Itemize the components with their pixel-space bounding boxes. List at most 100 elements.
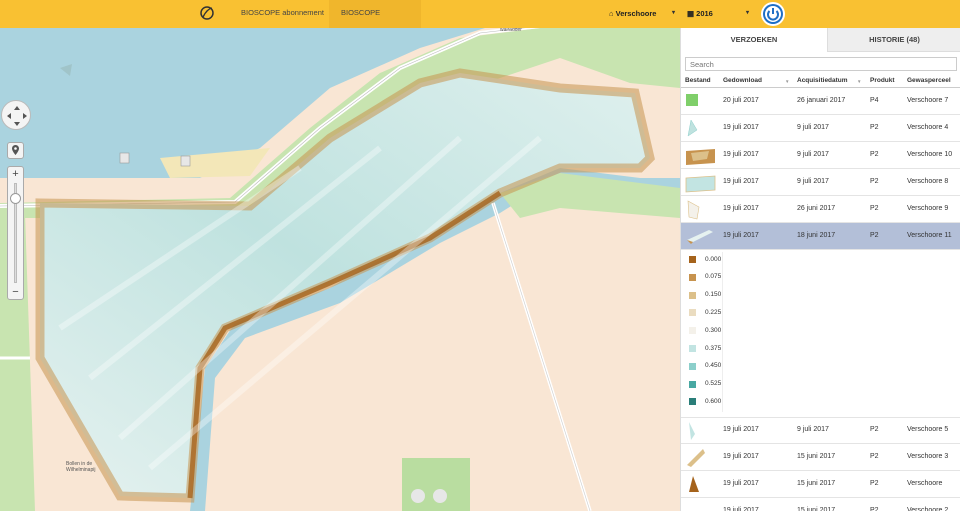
zoom-out-button[interactable]: − [8,286,23,298]
green-plot [402,458,470,511]
cell-produkt: P2 [870,480,879,487]
legend-swatch [689,362,696,370]
pan-control[interactable] [1,100,31,130]
cell-gedownload: 19 juli 2017 [723,453,759,460]
cell-produkt: P2 [870,151,879,158]
table-row[interactable]: 19 juli 2017 18 juni 2017 P2 Verschoore … [681,223,960,250]
farm-icon: ⌂ [609,9,616,18]
cell-produkt: P2 [870,453,879,460]
cell-acquisitiedatum: 9 juli 2017 [797,178,829,185]
cell-gewasperceel: Verschoore 3 [907,453,949,460]
cell-gewasperceel: Verschoore 2 [907,507,949,511]
cell-acquisitiedatum: 18 juni 2017 [797,232,836,239]
cell-gewasperceel: Verschoore 7 [907,97,949,104]
table-row[interactable]: 19 juli 2017 9 juli 2017 P2 Verschoore 5 [681,417,960,444]
col-bestand[interactable]: Bestand [685,77,711,84]
legend-swatch [689,291,696,299]
table-row[interactable]: 19 juli 2017 15 juni 2017 P2 Verschoore [681,471,960,498]
nav-bioscope-producten[interactable]: BIOSCOPE producten [329,0,421,43]
logout-button[interactable] [761,2,785,26]
power-icon [763,4,783,24]
zoom-slider-handle[interactable] [10,193,21,204]
col-gewasperceel[interactable]: Gewasperceel [907,77,951,84]
table-row[interactable]: 19 juli 2017 9 juli 2017 P2 Verschoore 4 [681,115,960,142]
field-thumbnail-icon[interactable] [685,199,717,220]
zoom-in-button[interactable]: + [8,168,23,180]
locate-button[interactable] [7,142,24,159]
chevron-down-icon: ▾ [746,10,750,16]
table-row[interactable]: 19 juli 2017 9 juli 2017 P2 Verschoore 8 [681,169,960,196]
legend-swatch [689,309,696,317]
col-produkt[interactable]: Produkt [870,77,895,84]
legend-value: 0.000 [705,255,722,263]
field-thumbnail-icon[interactable] [685,118,717,139]
legend-value: 0.600 [705,397,722,405]
cell-acquisitiedatum: 9 juli 2017 [797,124,829,131]
search-input[interactable] [685,57,957,71]
table-header: Bestand Gedownload ▼ Acquisitiedatum ▼ P… [681,75,960,88]
tab-verzoeken[interactable]: VERZOEKEN [681,28,827,52]
cell-acquisitiedatum: 26 juni 2017 [797,205,836,212]
legend-value: 0.300 [705,326,722,334]
legend-value: 0.075 [705,273,722,281]
map-label-bollen: Bollen in de Wilhelminapij [66,461,96,473]
sort-icon[interactable]: ▼ [857,79,861,84]
cell-gewasperceel: Verschoore 4 [907,124,949,131]
map-view[interactable]: walradder Bollen in de Wilhelminapij + − [0,28,680,511]
year-select-value: 2016 [696,9,713,18]
table-row[interactable]: 19 juli 2017 15 juni 2017 P2 Verschoore … [681,444,960,471]
farm-select[interactable]: ⌂ Verschoore ▾ [609,0,675,28]
legend-value: 0.225 [705,308,722,316]
cell-produkt: P2 [870,232,879,239]
legend-value: 0.150 [705,291,722,299]
cell-produkt: P2 [870,124,879,131]
zoom-control: + − [7,166,24,300]
cell-gedownload: 19 juli 2017 [723,151,759,158]
field-thumbnail-icon[interactable] [685,501,717,511]
table-row[interactable]: 19 juli 2017 26 juni 2017 P2 Verschoore … [681,196,960,223]
cell-gedownload: 19 juli 2017 [723,124,759,131]
table-row[interactable]: 19 juli 2017 9 juli 2017 P2 Verschoore 1… [681,142,960,169]
sort-icon[interactable]: ▼ [785,79,789,84]
cell-gedownload: 19 juli 2017 [723,178,759,185]
field-thumbnail-icon[interactable] [685,447,717,468]
cell-gewasperceel: Verschoore 11 [907,232,952,239]
legend-swatch [689,327,696,335]
cell-acquisitiedatum: 15 juni 2017 [797,507,836,511]
cell-gedownload: 19 juli 2017 [723,205,759,212]
legend-swatch [689,345,696,352]
field-thumbnail-icon[interactable] [685,172,717,193]
top-bar: BIOSCOPE abonnement BIOSCOPE producten ⌂… [0,0,960,43]
legend-value: 0.450 [705,362,722,370]
table-row[interactable]: 20 juli 2017 26 januari 2017 P4 Verschoo… [681,88,960,115]
field-thumbnail-icon[interactable] [685,91,717,112]
cell-gedownload: 19 juli 2017 [723,480,759,487]
col-acquisitiedatum[interactable]: Acquisitiedatum [797,77,848,84]
cell-acquisitiedatum: 26 januari 2017 [797,97,846,104]
cell-gedownload: 19 juli 2017 [723,507,759,511]
cell-gewasperceel: Verschoore 9 [907,205,949,212]
col-gedownload[interactable]: Gedownload [723,77,762,84]
cell-gewasperceel: Verschoore 8 [907,178,949,185]
cell-produkt: P2 [870,205,879,212]
field-thumbnail-icon[interactable] [685,145,717,166]
map-label-walradder: walradder [500,28,522,33]
legend-value: 0.525 [705,380,722,388]
year-select[interactable]: ▦ 2016 ▾ [687,0,749,28]
panel-tabs: VERZOEKEN HISTORIE (48) [681,28,960,52]
tab-historie[interactable]: HISTORIE (48) [827,28,960,52]
table-row[interactable]: 19 juli 2017 15 juni 2017 P2 Verschoore … [681,498,960,511]
farm-select-value: Verschoore [615,9,657,18]
cell-produkt: P4 [870,97,879,104]
bioscope-logo-icon[interactable] [199,5,215,21]
field-thumbnail-icon[interactable] [685,226,717,247]
cell-produkt: P2 [870,507,879,511]
field-thumbnail-icon[interactable] [685,420,717,441]
nav-bioscope-abonnement[interactable]: BIOSCOPE abonnement [229,0,336,28]
map-pin-icon [12,145,19,155]
field-thumbnail-icon[interactable] [685,474,717,495]
cell-acquisitiedatum: 9 juli 2017 [797,151,829,158]
calendar-icon: ▦ [687,9,697,18]
cell-gewasperceel: Verschoore 10 [907,151,953,158]
cell-gedownload: 19 juli 2017 [723,426,759,433]
